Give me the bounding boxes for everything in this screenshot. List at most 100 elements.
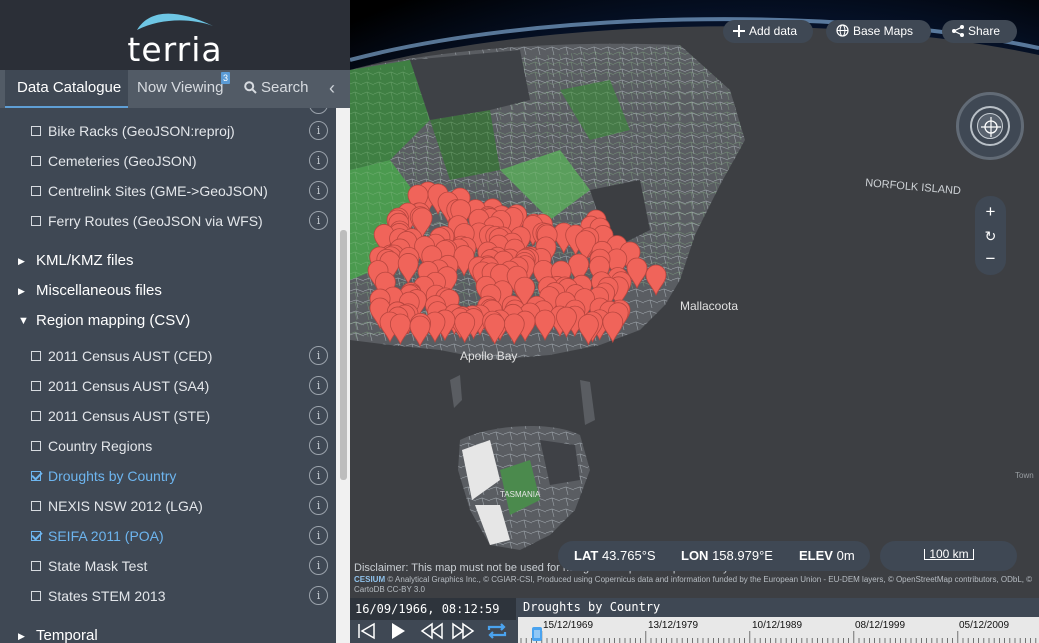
lon-label: LON: [681, 548, 709, 563]
info-icon[interactable]: [309, 108, 328, 114]
catalogue-item[interactable]: Centrelink Sites (GME->GeoJSON) i: [0, 176, 336, 206]
collapse-sidebar-chevron-left-icon[interactable]: ‹: [322, 70, 342, 108]
compass-inner-ring: [977, 113, 1003, 139]
expand-triangle-icon: ▶: [18, 256, 25, 266]
catalogue-group-label: Temporal: [36, 627, 98, 643]
catalogue-group-region-mapping[interactable]: ▼ Region mapping (CSV): [0, 306, 336, 336]
catalogue-item[interactable]: Bike Racks (GeoJSON:reproj) i: [0, 116, 336, 146]
share-button[interactable]: Share: [942, 20, 1017, 43]
catalogue-item-label: 2011 Census AUST (STE): [48, 408, 211, 424]
info-icon[interactable]: i: [309, 556, 328, 575]
fast-forward-icon[interactable]: [451, 621, 475, 641]
search-icon: [244, 81, 257, 94]
catalogue-item[interactable]: 2011 Census AUST (STE) i: [0, 401, 336, 431]
plus-icon: [733, 25, 745, 37]
checkbox[interactable]: [31, 381, 41, 391]
info-icon[interactable]: i: [309, 586, 328, 605]
compass-icon[interactable]: [956, 92, 1024, 160]
elevation-readout: ELEV 0m: [799, 541, 855, 571]
brand-wordmark: terria: [127, 30, 223, 69]
checkbox[interactable]: [31, 216, 41, 226]
catalogue-item[interactable]: Ferry Routes (GeoJSON via WFS) i: [0, 206, 336, 236]
catalogue-group-misc[interactable]: ▶ Miscellaneous files: [0, 276, 336, 306]
expand-triangle-icon: ▶: [18, 286, 25, 296]
play-icon[interactable]: [388, 621, 408, 641]
current-time-display: 16/09/1966, 08:12:59: [350, 598, 516, 620]
globe-icon: [836, 24, 849, 37]
cesium-logo[interactable]: CESIUM: [354, 575, 385, 584]
catalogue-group-label: Region mapping (CSV): [36, 312, 191, 329]
zoom-reset-button[interactable]: ↻: [975, 224, 1006, 248]
distance-scale: 100 km: [880, 541, 1017, 571]
catalogue-item-label: Ferry Routes (GeoJSON via WFS): [48, 213, 263, 229]
tab-now-viewing[interactable]: Now Viewing 3: [130, 70, 235, 108]
catalogue-item[interactable]: State Mask Test i: [0, 551, 336, 581]
checkbox-checked[interactable]: [31, 471, 41, 481]
info-icon[interactable]: i: [309, 151, 328, 170]
tab-search[interactable]: Search: [240, 70, 318, 108]
timeline-track[interactable]: 15/12/1969 13/12/1979 10/12/1989 08/12/1…: [518, 617, 1039, 643]
catalogue-item[interactable]: States STEM 2013 i: [0, 581, 336, 611]
rewind-icon[interactable]: [420, 621, 444, 641]
location-bar: LAT 43.765°S LON 158.979°E ELEV 0m: [558, 541, 870, 571]
tab-data-catalogue[interactable]: Data Catalogue: [5, 70, 128, 108]
go-to-start-icon[interactable]: [356, 621, 378, 641]
timeline-scrubber-handle[interactable]: [531, 625, 543, 643]
add-data-button[interactable]: Add data: [723, 20, 813, 43]
sidebar: terria Data Catalogue Now Viewing 3 Sear…: [0, 0, 350, 643]
catalogue-item[interactable]: SEIFA 2011 (POA) i: [0, 521, 336, 551]
checkbox[interactable]: [31, 441, 41, 451]
checkbox[interactable]: [31, 561, 41, 571]
info-icon[interactable]: i: [309, 496, 328, 515]
catalogue-item[interactable]: Country Regions i: [0, 431, 336, 461]
loop-icon[interactable]: [485, 621, 509, 641]
map-label-mallacoota: Mallacoota: [680, 299, 738, 313]
tick-label: 08/12/1999: [855, 620, 906, 631]
catalogue-item-label: Country Regions: [48, 438, 153, 454]
info-icon[interactable]: i: [309, 466, 328, 485]
catalogue-item[interactable]: 2011 Census AUST (CED) i: [0, 341, 336, 371]
map-view[interactable]: NORFOLK ISLAND Mallacoota Apollo Bay TAS…: [350, 0, 1039, 643]
map-label-tasmania: TASMANIA: [500, 490, 541, 499]
checkbox[interactable]: [31, 126, 41, 136]
info-icon[interactable]: i: [309, 406, 328, 425]
checkbox[interactable]: [31, 351, 41, 361]
info-icon[interactable]: i: [309, 376, 328, 395]
catalogue-group-label: Miscellaneous files: [36, 282, 162, 299]
credits-text: © Analytical Graphics Inc., © CGIAR-CSI,…: [354, 575, 1033, 594]
checkbox[interactable]: [31, 501, 41, 511]
zoom-in-button[interactable]: +: [975, 200, 1006, 224]
catalogue-item[interactable]: Cemeteries (GeoJSON) i: [0, 146, 336, 176]
now-viewing-count-badge: 3: [221, 72, 231, 84]
catalogue-scrollbar-thumb[interactable]: [340, 230, 347, 480]
lon-value: 158.979°E: [712, 548, 773, 563]
checkbox-checked[interactable]: [31, 531, 41, 541]
checkbox[interactable]: [31, 156, 41, 166]
catalogue-group-kml[interactable]: ▶ KML/KMZ files: [0, 246, 336, 276]
catalogue-item-label: States STEM 2013: [48, 588, 166, 604]
info-icon[interactable]: i: [309, 181, 328, 200]
map-label-town: Town: [1015, 471, 1034, 480]
checkbox[interactable]: [31, 186, 41, 196]
info-icon[interactable]: i: [309, 121, 328, 140]
expand-triangle-icon: ▶: [18, 631, 25, 641]
base-maps-button[interactable]: Base Maps: [826, 20, 931, 43]
catalogue-item-label: Centrelink Sites (GME->GeoJSON): [48, 183, 268, 199]
share-icon: [952, 25, 964, 37]
checkbox[interactable]: [31, 411, 41, 421]
info-icon[interactable]: i: [309, 436, 328, 455]
catalogue-item[interactable]: NEXIS NSW 2012 (LGA) i: [0, 491, 336, 521]
brand-header: terria: [0, 0, 350, 70]
info-icon[interactable]: i: [309, 211, 328, 230]
catalogue-item-label: State Mask Test: [48, 558, 148, 574]
map-label-apollo-bay: Apollo Bay: [460, 349, 517, 363]
add-data-label: Add data: [749, 24, 798, 38]
catalogue-group-temporal[interactable]: ▶ Temporal: [0, 621, 336, 643]
catalogue-item[interactable]: Droughts by Country i: [0, 461, 336, 491]
checkbox[interactable]: [31, 591, 41, 601]
info-icon[interactable]: i: [309, 346, 328, 365]
catalogue-item[interactable]: 2011 Census AUST (SA4) i: [0, 371, 336, 401]
base-maps-label: Base Maps: [853, 24, 914, 38]
info-icon[interactable]: i: [309, 526, 328, 545]
zoom-out-button[interactable]: −: [975, 247, 1006, 271]
